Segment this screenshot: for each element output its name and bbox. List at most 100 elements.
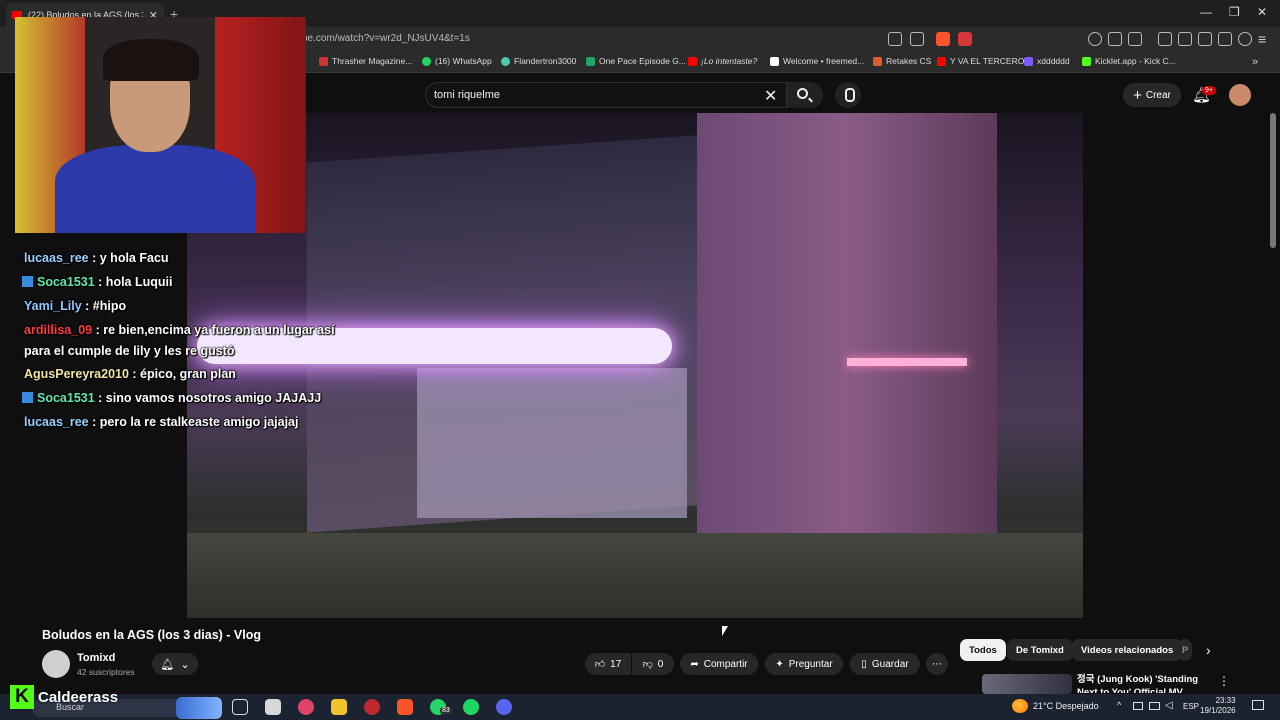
bell-icon: 🔔︎ xyxy=(160,658,175,671)
extensions-icon[interactable] xyxy=(1108,32,1122,46)
bookmark-flandertron[interactable]: Flandertron3000 xyxy=(501,56,576,66)
kick-logo-icon: K xyxy=(10,685,34,709)
related-video-thumbnail[interactable] xyxy=(982,674,1072,694)
bookmark-thrasher[interactable]: Thrasher Magazine... xyxy=(319,56,412,66)
brave-shield-icon[interactable] xyxy=(936,32,950,46)
share-arrow-icon: ➦ xyxy=(690,658,699,670)
cast-icon[interactable] xyxy=(888,32,902,46)
share-button[interactable]: ➦ Compartir xyxy=(680,653,758,675)
sidebar-icon[interactable] xyxy=(1178,32,1192,46)
app-icon[interactable] xyxy=(298,699,314,715)
chat-message: lucaas_ree : pero la re stalkeaste amigo… xyxy=(24,415,298,429)
chip-partial[interactable]: P xyxy=(1178,639,1192,661)
clock-date: 19/1/2026 xyxy=(1200,706,1236,715)
youtube-icon xyxy=(937,56,946,66)
task-view-icon[interactable] xyxy=(232,699,248,715)
chat-message: Soca1531 : sino vamos nosotros amigo JAJ… xyxy=(22,391,321,405)
chat-text: : pero la re stalkeaste amigo jajajaj xyxy=(92,415,299,429)
taskbar-clock[interactable]: 23:33 19/1/2026 xyxy=(1200,696,1236,716)
url-field[interactable]: be.com/watch?v=wr2d_NJsUV4&t=1s xyxy=(302,33,470,44)
vpn-shield-icon[interactable] xyxy=(1238,32,1252,46)
more-bookmarks-icon[interactable]: » xyxy=(1252,56,1258,68)
clear-search-icon[interactable]: ✕ xyxy=(764,86,777,106)
ask-button[interactable]: ✦ Preguntar xyxy=(765,653,843,675)
share-icon[interactable] xyxy=(910,32,924,46)
bookmark-icon xyxy=(1024,56,1033,66)
bookmark-kicklet[interactable]: Kicklet.app - Kick C... xyxy=(1082,56,1176,66)
notification-center-icon[interactable] xyxy=(1252,700,1264,710)
search-highlight-icon[interactable] xyxy=(176,697,222,719)
related-more-icon[interactable]: ⋮ xyxy=(1218,674,1230,688)
bookmark-lo-intentaste[interactable]: ¡Lo intentaste? xyxy=(688,56,757,66)
bookmark-xdddddd[interactable]: xdddddd xyxy=(1024,56,1070,66)
brave-icon[interactable] xyxy=(397,699,413,715)
language-indicator[interactable]: ESP xyxy=(1183,702,1199,711)
like-button[interactable]: 👍︎ 17 xyxy=(585,653,631,675)
chat-text: : épico, gran plan xyxy=(132,367,236,381)
tray-chevron-icon[interactable]: ^ xyxy=(1117,700,1121,710)
leo-icon[interactable] xyxy=(1198,32,1212,46)
bookmark-icon: ▯ xyxy=(861,658,867,670)
discord-icon[interactable] xyxy=(496,699,512,715)
menu-icon[interactable]: ≡ xyxy=(1258,31,1266,47)
create-button[interactable]: + Crear xyxy=(1123,83,1181,107)
bookmark-freemed[interactable]: Welcome • freemed... xyxy=(770,56,864,66)
chat-username: Yami_Lily xyxy=(24,299,82,313)
file-explorer-icon[interactable] xyxy=(331,699,347,715)
video-scene-wall xyxy=(697,113,997,533)
close-window-button[interactable]: ✕ xyxy=(1257,5,1267,19)
bookmark-whatsapp[interactable]: (16) WhatsApp xyxy=(422,56,492,66)
search-button[interactable] xyxy=(787,82,823,108)
subscriber-badge-icon xyxy=(22,392,33,403)
store-icon[interactable] xyxy=(265,699,281,715)
restore-button[interactable]: ❐ xyxy=(1229,5,1240,19)
save-button[interactable]: ▯ Guardar xyxy=(850,653,920,675)
brave-rewards-icon[interactable] xyxy=(958,32,972,46)
music-icon[interactable] xyxy=(1158,32,1172,46)
dislike-button[interactable]: 👎︎ 0 xyxy=(632,653,674,675)
subscriber-count: 42 suscriptores xyxy=(77,667,135,677)
kick-username: Caldeerass xyxy=(38,688,119,706)
channel-name[interactable]: Tomixd xyxy=(77,652,115,664)
chat-text: : y hola Facu xyxy=(92,251,169,265)
wallet-icon[interactable] xyxy=(1128,32,1142,46)
minimize-button[interactable]: — xyxy=(1200,5,1212,19)
bookmark-y-va-el-tercero[interactable]: Y VA EL TERCERO xyxy=(937,56,1024,66)
video-scene-lights xyxy=(847,358,967,366)
video-player[interactable] xyxy=(187,113,1083,618)
plus-icon: + xyxy=(1133,86,1142,104)
more-actions-button[interactable]: ⋯ xyxy=(926,653,948,675)
bookmark-one-pace[interactable]: One Pace Episode G... xyxy=(586,56,686,66)
chip-related[interactable]: Videos relacionados xyxy=(1072,639,1183,661)
chip-from-channel[interactable]: De Tomixd xyxy=(1007,639,1073,661)
whatsapp-icon xyxy=(422,56,431,66)
mouse-cursor-icon xyxy=(722,626,728,636)
voice-search-icon[interactable] xyxy=(835,82,861,108)
app2-icon[interactable] xyxy=(364,699,380,715)
related-video-title[interactable]: 정국 (Jung Kook) 'Standing Next to You' Of… xyxy=(1077,673,1217,693)
account-avatar[interactable] xyxy=(1229,84,1251,106)
spotify-icon[interactable] xyxy=(463,699,479,715)
kick-overlay: K Caldeerass xyxy=(10,683,118,711)
weather-text[interactable]: 21°C Despejado xyxy=(1033,701,1099,711)
bookmark-retakes[interactable]: Retakes CS xyxy=(873,56,931,66)
thumbs-down-icon: 👎︎ xyxy=(642,659,653,670)
page-scrollbar[interactable] xyxy=(1270,113,1276,248)
tray-app-icon[interactable] xyxy=(1133,702,1143,710)
video-scene-truck xyxy=(417,368,687,518)
chip-all[interactable]: Todos xyxy=(960,639,1006,661)
chips-next-icon[interactable]: › xyxy=(1206,642,1211,658)
ai-icon[interactable] xyxy=(1218,32,1232,46)
volume-icon[interactable]: ◁ xyxy=(1165,700,1173,711)
chat-username: Soca1531 xyxy=(37,275,95,289)
chat-message: para el cumple de lily y les re gustó xyxy=(24,344,235,358)
vpn-icon[interactable] xyxy=(1088,32,1102,46)
more-dots-icon: ⋯ xyxy=(932,658,942,670)
weather-icon[interactable] xyxy=(1012,699,1028,713)
subscribed-bell-button[interactable]: 🔔︎ ⌄ xyxy=(152,653,198,675)
sparkle-icon: ✦ xyxy=(775,658,784,670)
channel-avatar[interactable] xyxy=(42,650,70,678)
play-icon xyxy=(770,56,779,66)
subscriber-badge-icon xyxy=(22,276,33,287)
network-icon[interactable] xyxy=(1149,702,1160,710)
